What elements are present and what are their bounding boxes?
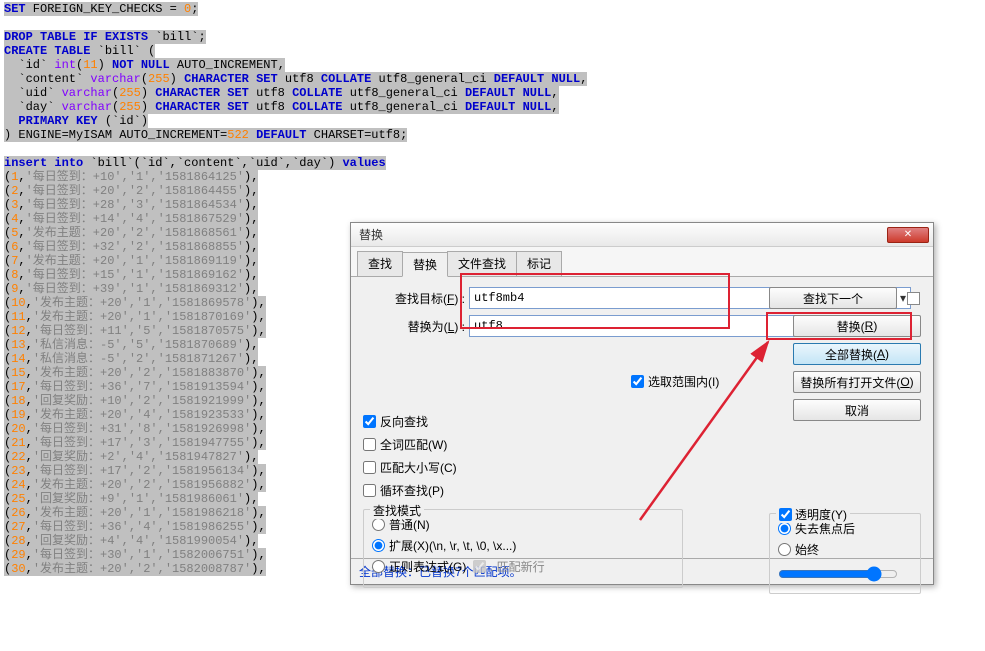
- replace-all-open-button[interactable]: 替换所有打开文件(O): [793, 371, 921, 393]
- mode-regex-radio[interactable]: 正则表达式(G) . 匹配新行: [372, 558, 674, 575]
- match-case-checkbox[interactable]: 匹配大小写(C): [363, 459, 683, 476]
- search-mode-group: 查找模式 普通(N) 扩展(X) (\n, \r, \t, \0, \x...)…: [363, 509, 683, 588]
- dialog-title: 替换: [355, 226, 887, 243]
- wrap-checkbox[interactable]: 循环查找(P): [363, 482, 683, 499]
- whole-word-checkbox[interactable]: 全词匹配(W): [363, 436, 683, 453]
- dot-newline-checkbox: [473, 560, 486, 573]
- find-next-button[interactable]: 查找下一个: [769, 287, 897, 309]
- dialog-titlebar[interactable]: 替换 ✕: [351, 223, 933, 247]
- tab-find[interactable]: 查找: [357, 251, 403, 276]
- transparency-title[interactable]: 透明度(Y): [776, 506, 850, 523]
- backward-checkbox[interactable]: 反向查找: [363, 413, 683, 430]
- replace-all-button[interactable]: 全部替换(A): [793, 343, 921, 365]
- find-target-label: 查找目标(F) :: [363, 290, 469, 307]
- cancel-button[interactable]: 取消: [793, 399, 921, 421]
- tab-findinfiles[interactable]: 文件查找: [447, 251, 517, 276]
- transparency-group: 透明度(Y) 失去焦点后 始终: [769, 513, 921, 594]
- replace-dialog: 替换 ✕ 查找 替换 文件查找 标记 查找目标(F) : ▾ 替换为(L) : …: [350, 222, 934, 585]
- close-icon: ✕: [904, 229, 912, 240]
- replace-button[interactable]: 替换(R): [793, 315, 921, 337]
- replace-with-label: 替换为(L) :: [363, 318, 469, 335]
- close-button[interactable]: ✕: [887, 227, 929, 243]
- search-mode-title: 查找模式: [370, 502, 424, 519]
- tab-mark[interactable]: 标记: [516, 251, 562, 276]
- transparency-slider[interactable]: [778, 566, 898, 582]
- tab-replace[interactable]: 替换: [402, 252, 448, 277]
- trans-always-radio[interactable]: 始终: [778, 541, 912, 558]
- mode-extended-radio[interactable]: 扩展(X) (\n, \r, \t, \0, \x...): [372, 537, 674, 554]
- in-selection-checkbox[interactable]: 选取范围内(I): [631, 373, 771, 390]
- find-next-extra-checkbox[interactable]: [907, 292, 920, 305]
- tab-strip: 查找 替换 文件查找 标记: [351, 247, 933, 277]
